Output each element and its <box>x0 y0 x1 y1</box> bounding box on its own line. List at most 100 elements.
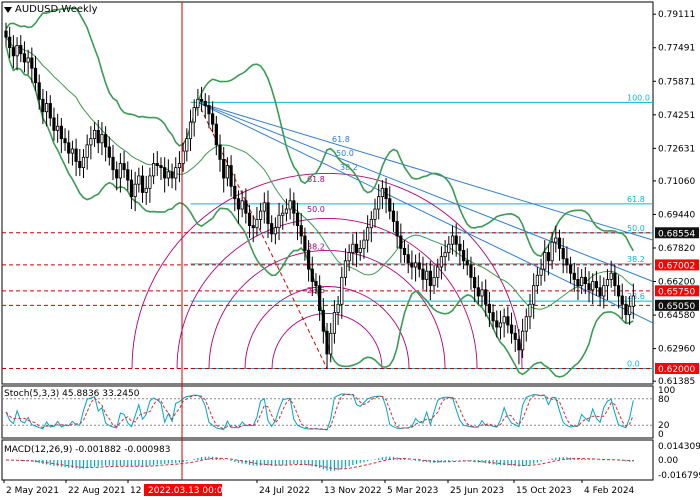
macd-axis-label: 0.00 <box>658 456 678 466</box>
candle-body <box>96 129 100 144</box>
candle-body <box>44 103 49 113</box>
candle-body <box>104 134 108 148</box>
candle-body <box>524 316 528 332</box>
candle-body <box>561 247 565 260</box>
candle-body <box>583 276 587 284</box>
candle-body <box>421 268 425 280</box>
candle-body <box>295 212 300 227</box>
candle-body <box>118 163 122 179</box>
candle-body <box>107 146 111 158</box>
stoch-axis-label: 80 <box>658 395 670 405</box>
candle-body <box>137 175 141 185</box>
candle-body <box>594 281 599 289</box>
candle-body <box>554 237 558 243</box>
candle-body <box>539 268 543 276</box>
candle-body <box>70 148 75 154</box>
candle-body <box>52 117 56 131</box>
candles <box>4 22 635 369</box>
candle-body <box>92 129 97 140</box>
candle-body <box>211 113 215 125</box>
candle-body <box>152 163 156 177</box>
candle-body <box>443 252 447 258</box>
candle-body <box>188 121 193 140</box>
candle-body <box>203 100 207 106</box>
candle-body <box>306 250 311 270</box>
price-tag-label: 0.62000 <box>658 365 695 375</box>
date-axis-label: 12 <box>130 486 141 496</box>
candle-body <box>369 218 373 229</box>
fib-level-label: 0.0 <box>627 359 640 368</box>
candle-body <box>229 165 233 187</box>
candle-body <box>177 163 182 169</box>
fib-level-label: 38.2 <box>627 255 645 264</box>
candle-body <box>284 208 289 214</box>
candle-body <box>30 57 34 69</box>
candle-body <box>336 303 340 313</box>
candle-body <box>410 262 414 268</box>
candle-body <box>262 202 266 212</box>
candle-body <box>591 281 595 291</box>
candle-body <box>126 169 130 181</box>
macd-label: MACD(12,26,9) -0.001882 -0.000983 <box>4 445 171 455</box>
candle-body <box>318 285 322 311</box>
candle-body <box>288 200 292 210</box>
fib-level-label: 100.0 <box>627 93 650 102</box>
candle-body <box>74 148 78 162</box>
date-axis-label: 5 Mar 2023 <box>387 486 438 496</box>
candle-body <box>487 303 491 313</box>
candle-body <box>225 165 230 179</box>
fib-arc-label: 50.0 <box>307 205 325 214</box>
candle-body <box>255 218 259 229</box>
stoch-axis-label: 0 <box>658 430 664 440</box>
chart-window[interactable]: 0.79111 0.77491 0.75871 0.74251 0.72631 0.710… <box>0 0 700 500</box>
candle-body <box>609 272 613 280</box>
candle-body <box>292 200 296 214</box>
candle-body <box>469 264 473 278</box>
date-axis-label: 2 May 2021 <box>6 486 59 496</box>
candle-body <box>22 53 27 63</box>
candle-body <box>281 212 285 216</box>
date-highlight-label: 2022.03.13 00:00 <box>148 486 229 496</box>
candle-body <box>207 105 211 115</box>
symbol-title: AUDUSD,Weekly <box>4 4 98 15</box>
candle-body <box>218 144 222 160</box>
candle-body <box>247 212 252 227</box>
candle-body <box>476 287 480 297</box>
candle-body <box>439 256 444 268</box>
candle-body <box>450 235 455 245</box>
candle-body <box>325 330 329 355</box>
candle-body <box>565 258 569 266</box>
candle-body <box>517 339 521 351</box>
candle-body <box>59 125 63 140</box>
candle-body <box>85 144 89 158</box>
candle-body <box>273 227 277 235</box>
fib-fan-label: 61.8 <box>332 135 350 144</box>
candle-body <box>513 332 517 340</box>
candle-body <box>15 45 19 57</box>
collapse-triangle-icon[interactable] <box>4 6 12 13</box>
price-axis-label: 0.71060 <box>658 177 695 187</box>
candle-body <box>498 322 503 328</box>
candle-body <box>521 330 525 351</box>
candle-body <box>605 279 610 287</box>
candle-body <box>550 241 554 262</box>
candle-body <box>395 221 399 237</box>
candle-body <box>89 138 93 146</box>
chart-canvas[interactable]: 0.79111 0.77491 0.75871 0.74251 0.72631 0.710… <box>0 0 700 500</box>
candle-body <box>11 47 15 57</box>
candle-body <box>454 235 458 245</box>
candle-body <box>233 185 237 200</box>
candle-body <box>155 163 159 166</box>
candle-body <box>399 235 403 249</box>
candle-body <box>613 272 617 287</box>
candle-body <box>620 295 624 305</box>
candle-body <box>631 295 635 307</box>
candle-body <box>159 165 163 169</box>
candle-body <box>244 200 248 214</box>
candle-body <box>406 254 410 264</box>
candle-body <box>347 252 351 262</box>
candle-body <box>480 289 484 297</box>
candle-body <box>185 138 189 152</box>
candle-body <box>616 285 621 297</box>
price-tag-label: 0.65050 <box>658 302 695 312</box>
